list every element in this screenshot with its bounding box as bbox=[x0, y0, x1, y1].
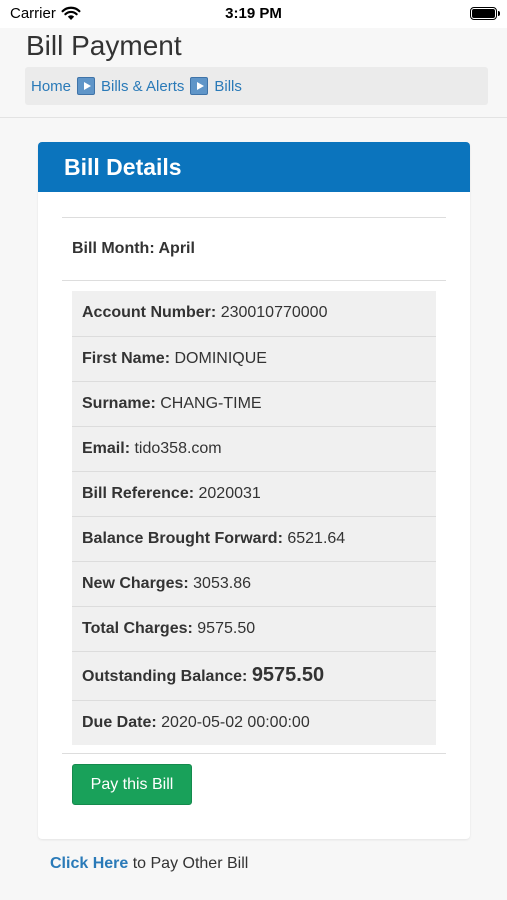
row-label: Due Date: bbox=[82, 713, 157, 731]
row-value: tido358.com bbox=[134, 439, 222, 457]
row-label: First Name: bbox=[82, 349, 171, 367]
battery-icon bbox=[470, 7, 500, 20]
table-row: Due Date: 2020-05-02 00:00:00 bbox=[72, 700, 436, 745]
row-value: 230010770000 bbox=[220, 304, 328, 322]
divider bbox=[62, 280, 446, 281]
bill-month: Bill Month: April bbox=[72, 240, 195, 257]
row-value: DOMINIQUE bbox=[174, 349, 267, 367]
row-label: Account Number: bbox=[82, 304, 217, 322]
table-row: Surname: CHANG-TIME bbox=[72, 381, 436, 427]
pay-bill-button[interactable]: Pay this Bill bbox=[72, 764, 192, 805]
row-label: Balance Brought Forward: bbox=[82, 529, 283, 547]
bill-details-panel: Bill Details Bill Month: April Account N… bbox=[38, 142, 470, 839]
panel-heading: Bill Details bbox=[38, 142, 470, 192]
row-label: Email: bbox=[82, 439, 131, 457]
table-row: Bill Reference: 2020031 bbox=[72, 471, 436, 517]
click-here-link[interactable]: Click Here bbox=[50, 855, 128, 872]
row-label: Total Charges: bbox=[82, 619, 193, 637]
breadcrumb: Home Bills & Alerts Bills bbox=[25, 67, 488, 105]
row-label: Surname: bbox=[82, 394, 156, 412]
row-value: 6521.64 bbox=[287, 529, 346, 547]
row-value: 2020-05-02 00:00:00 bbox=[161, 713, 310, 731]
table-row: Balance Brought Forward: 6521.64 bbox=[72, 516, 436, 562]
row-value: CHANG-TIME bbox=[160, 394, 262, 412]
page-header: Bill Payment Home Bills & Alerts Bills bbox=[0, 28, 507, 118]
table-row: Total Charges: 9575.50 bbox=[72, 606, 436, 652]
pay-other-bill-line: Click Here to Pay Other Bill bbox=[50, 855, 248, 873]
row-label: Bill Reference: bbox=[82, 484, 195, 502]
row-value: 2020031 bbox=[198, 484, 261, 502]
bill-details-table: Account Number: 230010770000 First Name:… bbox=[72, 291, 436, 745]
divider bbox=[62, 217, 446, 218]
table-row: New Charges: 3053.86 bbox=[72, 561, 436, 607]
row-label: New Charges: bbox=[82, 574, 189, 592]
status-time: 3:19 PM bbox=[225, 5, 282, 22]
row-value: 9575.50 bbox=[197, 619, 256, 637]
breadcrumb-arrow-icon bbox=[77, 77, 96, 95]
row-label: Outstanding Balance: bbox=[82, 668, 248, 685]
pay-other-bill-text: to Pay Other Bill bbox=[128, 855, 249, 872]
row-value: 3053.86 bbox=[193, 574, 251, 592]
outstanding-balance-value: 9575.50 bbox=[251, 664, 325, 686]
divider bbox=[62, 753, 446, 754]
page-title: Bill Payment bbox=[26, 30, 182, 61]
breadcrumb-bills-alerts-link[interactable]: Bills & Alerts bbox=[101, 78, 184, 95]
breadcrumb-arrow-icon bbox=[190, 77, 209, 95]
table-row: First Name: DOMINIQUE bbox=[72, 336, 436, 382]
table-row: Email: tido358.com bbox=[72, 426, 436, 472]
table-row: Account Number: 230010770000 bbox=[72, 291, 436, 337]
breadcrumb-home-link[interactable]: Home bbox=[31, 78, 71, 95]
breadcrumb-bills-link[interactable]: Bills bbox=[214, 78, 242, 95]
table-row: Outstanding Balance: 9575.50 bbox=[72, 651, 436, 701]
status-bar: Carrier 3:19 PM bbox=[0, 0, 507, 28]
